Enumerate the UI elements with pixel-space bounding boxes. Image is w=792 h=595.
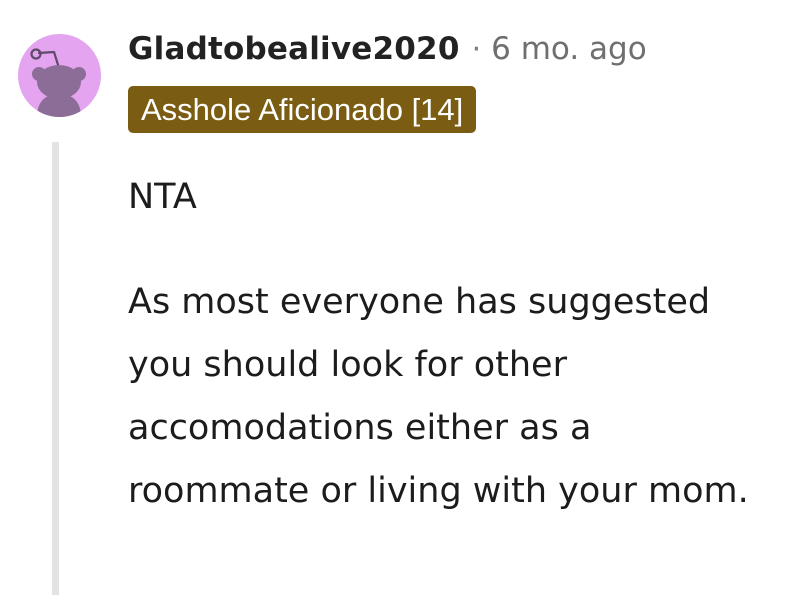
comment-verdict: NTA xyxy=(128,177,197,217)
meta-separator: · xyxy=(471,31,482,67)
thread-line[interactable] xyxy=(52,142,59,595)
username-link[interactable]: Gladtobealive2020 xyxy=(128,31,460,67)
snoo-avatar-icon xyxy=(30,48,86,117)
user-flair-badge: Asshole Aficionado [14] xyxy=(128,86,477,133)
comment-body: NTA As most everyone has suggested you s… xyxy=(128,166,778,523)
comment-paragraph: As most everyone has suggested you shoul… xyxy=(128,282,749,511)
timestamp-link[interactable]: 6 mo. ago xyxy=(491,31,647,67)
user-avatar[interactable] xyxy=(18,34,101,117)
comment-meta: Gladtobealive2020 · 6 mo. ago xyxy=(128,28,647,70)
